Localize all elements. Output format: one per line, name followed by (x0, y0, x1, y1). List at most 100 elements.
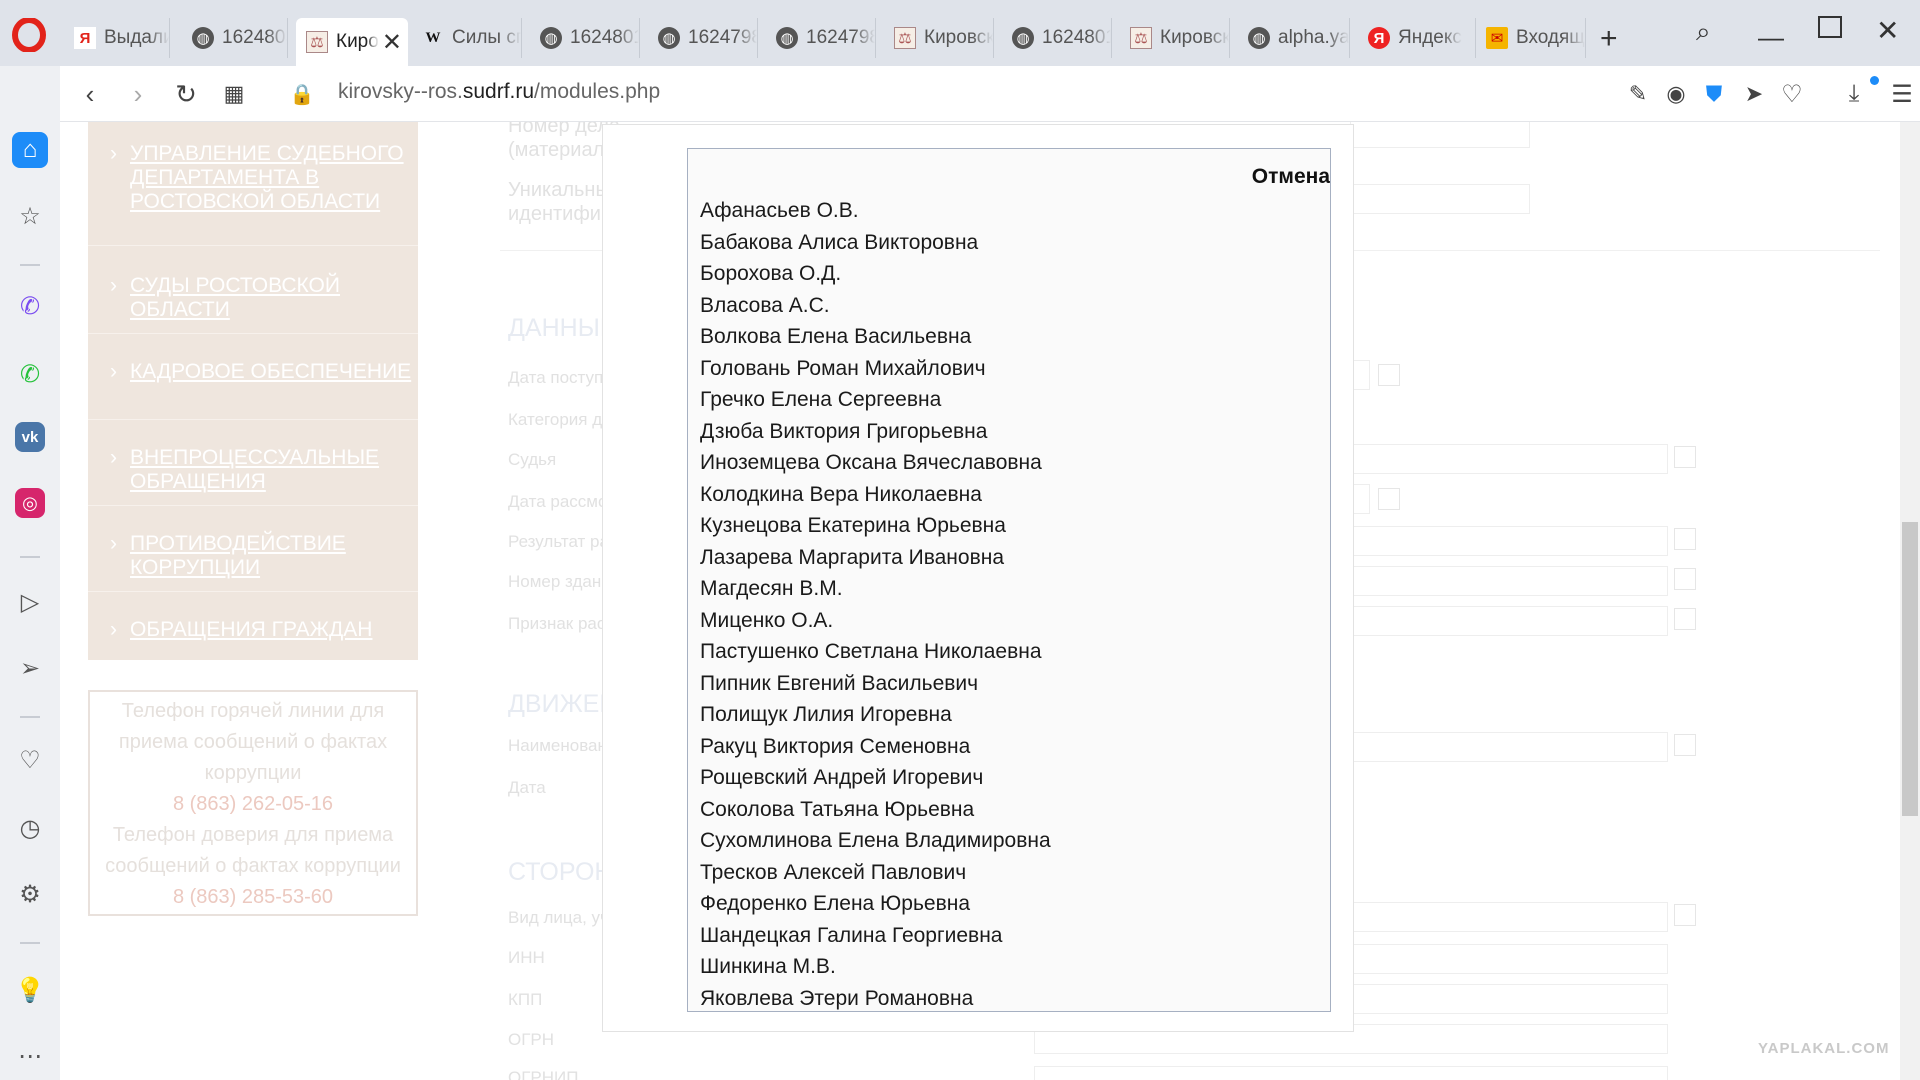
opera-logo-icon[interactable] (12, 18, 46, 52)
judge-list-item[interactable]: Ракуц Виктория Семеновна (700, 731, 1051, 763)
result-field[interactable] (1350, 526, 1668, 556)
judge-list-item[interactable]: Кузнецова Екатерина Юрьевна (700, 510, 1051, 542)
scrollbar-thumb[interactable] (1902, 522, 1918, 816)
whatsapp-icon[interactable]: ✆ (12, 356, 48, 392)
vpn-shield-icon[interactable]: ⛊ (1698, 78, 1730, 110)
judge-list-item[interactable]: Рощевский Андрей Игоревич (700, 762, 1051, 794)
close-window-icon[interactable]: ✕ (1876, 14, 1899, 47)
judge-list-item[interactable]: Яковлева Этери Романовна (700, 983, 1051, 1012)
search-tabs-icon[interactable]: ⌕ (1696, 16, 1711, 48)
judge-list-item[interactable]: Бабакова Алиса Викторовна (700, 227, 1051, 259)
maximize-icon[interactable] (1818, 16, 1842, 38)
tab-9[interactable]: ◍ 1624801 (1002, 18, 1112, 58)
judge-list-item[interactable]: Соколова Татьяна Юрьевна (700, 794, 1051, 826)
tab-5[interactable]: ◍ 1624801 (530, 18, 640, 58)
list-picker-icon[interactable] (1674, 568, 1696, 590)
judge-list-item[interactable]: Миценко О.А. (700, 605, 1051, 637)
speed-dial-icon[interactable]: ▦ (218, 78, 250, 110)
more-dots-icon[interactable]: ⋯ (12, 1038, 48, 1074)
minimize-icon[interactable]: — (1758, 22, 1784, 53)
judge-list-item[interactable]: Полищук Лилия Игоревна (700, 699, 1051, 731)
sidebar-divider (20, 556, 40, 558)
url-field[interactable]: kirovsky--ros.sudrf.ru/modules.php (338, 80, 660, 104)
ogrnip-field[interactable] (1034, 1066, 1668, 1080)
list-picker-icon[interactable] (1674, 528, 1696, 550)
judge-list-item[interactable]: Колодкина Вера Николаевна (700, 479, 1051, 511)
uid-field[interactable] (1350, 184, 1530, 214)
new-tab-icon[interactable]: + (1600, 22, 1618, 56)
tab-2[interactable]: ◍1624803 (182, 18, 288, 58)
calendar-icon[interactable] (1378, 488, 1400, 510)
easy-setup-icon[interactable]: ☰ (1886, 78, 1918, 110)
judge-list-item[interactable]: Лазарева Маргарита Ивановна (700, 542, 1051, 574)
event-name-field[interactable] (1350, 732, 1668, 762)
sign-field[interactable] (1350, 606, 1668, 636)
forward-icon[interactable]: › (122, 78, 154, 110)
reload-icon[interactable]: ↻ (170, 78, 202, 110)
judge-list-item[interactable]: Волкова Елена Васильевна (700, 321, 1051, 353)
tab-7[interactable]: ◍ 1624798 (766, 18, 876, 58)
list-picker-icon[interactable] (1674, 446, 1696, 468)
heart-icon[interactable]: ♡ (1776, 78, 1808, 110)
snapshot-icon[interactable]: ◉ (1660, 78, 1692, 110)
hotline-box: Телефон горячей линии для приема сообщен… (88, 690, 418, 916)
tips-bulb-icon[interactable]: 💡 (12, 972, 48, 1008)
tab-active[interactable]: ⚖ Киро ✕ (296, 18, 408, 66)
judge-label: Судья (508, 450, 557, 469)
menu-item-department[interactable]: УПРАВЛЕНИЕ СУДЕБНОГО ДЕПАРТАМЕНТА В РОСТ… (88, 142, 418, 246)
judge-list-item[interactable]: Шандецкая Галина Георгиевна (700, 920, 1051, 952)
menu-item-citizens[interactable]: ОБРАЩЕНИЯ ГРАЖДАН (88, 618, 418, 658)
list-picker-icon[interactable] (1674, 608, 1696, 630)
calendar-icon[interactable] (1378, 364, 1400, 386)
messenger-icon[interactable]: ✆ (12, 288, 48, 324)
judge-list-item[interactable]: Шинкина М.В. (700, 951, 1051, 983)
judge-list-item[interactable]: Пипник Евгений Васильевич (700, 668, 1051, 700)
judge-list-item[interactable]: Пастушенко Светлана Николаевна (700, 636, 1051, 668)
list-picker-icon[interactable] (1674, 734, 1696, 756)
close-tab-icon[interactable]: ✕ (382, 28, 402, 57)
tab-1[interactable]: Я Выдали (64, 18, 170, 58)
tab-11[interactable]: ◍ alpha.ya (1238, 18, 1350, 58)
judge-list-item[interactable]: Федоренко Елена Юрьевна (700, 888, 1051, 920)
cancel-button[interactable]: Отмена (1252, 165, 1330, 189)
menu-item-personnel[interactable]: КАДРОВОЕ ОБЕСПЕЧЕНИЕ (88, 360, 418, 420)
menu-item-courts[interactable]: СУДЫ РОСТОВСКОЙ ОБЛАСТИ (88, 274, 418, 334)
judge-list-item[interactable]: Магдесян В.М. (700, 573, 1051, 605)
downloads-icon[interactable]: ⤓ (1838, 78, 1870, 110)
flow-icon[interactable]: ➤ (1738, 78, 1770, 110)
player-icon[interactable]: ▷ (12, 584, 48, 620)
tab-12[interactable]: Я Яндекс (1358, 18, 1476, 58)
case-number-field[interactable] (1350, 122, 1530, 148)
share-icon[interactable]: ✎ (1622, 78, 1654, 110)
home-icon[interactable]: ⌂ (12, 132, 48, 168)
judge-list-item[interactable]: Сухомлинова Елена Владимировна (700, 825, 1051, 857)
judge-list-item[interactable]: Головань Роман Михайлович (700, 353, 1051, 385)
back-icon[interactable]: ‹ (74, 78, 106, 110)
person-type-field[interactable] (1350, 902, 1668, 932)
judge-list-item[interactable]: Гречко Елена Сергеевна (700, 384, 1051, 416)
tab-6[interactable]: ◍ 1624798 (648, 18, 758, 58)
building-field[interactable] (1350, 566, 1668, 596)
judge-list-item[interactable]: Власова А.С. (700, 290, 1051, 322)
tab-8[interactable]: ⚖ Кировск (884, 18, 994, 58)
tab-13[interactable]: ✉ Входящ (1476, 18, 1586, 58)
tab-10[interactable]: ⚖ Кировск (1120, 18, 1230, 58)
vk-icon[interactable]: vk (15, 422, 45, 452)
globe-icon: ◍ (776, 27, 798, 49)
judge-list-item[interactable]: Дзюба Виктория Григорьевна (700, 416, 1051, 448)
menu-item-appeals[interactable]: ВНЕПРОЦЕССУАЛЬНЫЕ ОБРАЩЕНИЯ (88, 446, 418, 506)
instagram-icon[interactable]: ◎ (15, 488, 45, 518)
settings-gear-icon[interactable]: ⚙ (12, 876, 48, 912)
judge-list-item[interactable]: Тресков Алексей Павлович (700, 857, 1051, 889)
judge-field[interactable] (1350, 444, 1668, 474)
tab-4[interactable]: W Силы сп (412, 18, 522, 58)
judge-list-item[interactable]: Афанасьев О.В. (700, 195, 1051, 227)
judge-list-item[interactable]: Иноземцева Оксана Вячеславовна (700, 447, 1051, 479)
favorites-heart-icon[interactable]: ♡ (12, 742, 48, 778)
menu-item-anticorruption[interactable]: ПРОТИВОДЕЙСТВИЕ КОРРУПЦИИ (88, 532, 418, 592)
list-picker-icon[interactable] (1674, 904, 1696, 926)
judge-list-item[interactable]: Борохова О.Д. (700, 258, 1051, 290)
bookmarks-star-icon[interactable]: ☆ (12, 198, 48, 234)
send-flow-icon[interactable]: ➢ (12, 650, 48, 686)
history-clock-icon[interactable]: ◷ (12, 810, 48, 846)
